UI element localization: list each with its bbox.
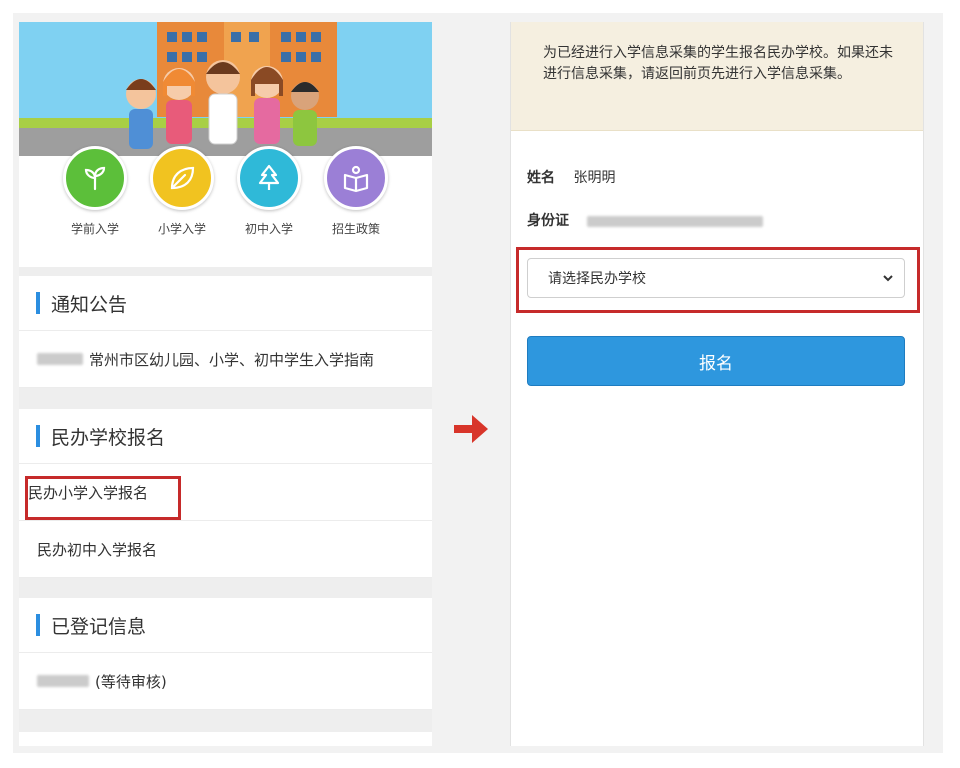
notice-text: 为已经进行入学信息采集的学生报名民办学校。如果还未进行信息采集，请返回前页先进行… (543, 45, 893, 82)
section-header: 通知公告 (19, 276, 432, 331)
left-mobile-panel: 学前入学 小学入学 初中入学 招生政策 通知公告 常州市区幼儿园、小学、初中学生… (19, 22, 432, 746)
section-title: 通知公告 (51, 293, 128, 316)
registered-section: 已登记信息 (等待审核) (19, 598, 432, 710)
name-value: 张明明 (573, 170, 616, 186)
highlight-box (516, 247, 920, 313)
tree-icon (258, 164, 280, 190)
hero-banner: 学前入学 小学入学 初中入学 招生政策 (19, 22, 432, 267)
section-title: 民办学校报名 (51, 426, 166, 449)
id-label: 身份证 (527, 213, 569, 229)
blurred-text (37, 353, 83, 365)
section-header: 已登记信息 (19, 598, 432, 653)
right-mobile-panel: 为已经进行入学信息采集的学生报名民办学校。如果还未进行信息采集，请返回前页先进行… (510, 22, 924, 746)
category-circle (324, 146, 388, 210)
category-label: 学前入学 (70, 222, 119, 236)
name-label: 姓名 (527, 170, 555, 186)
section-title: 已登记信息 (51, 615, 147, 638)
notice-item[interactable]: 常州市区幼儿园、小学、初中学生入学指南 (19, 331, 432, 388)
blurred-id-number (587, 215, 764, 227)
category-label: 初中入学 (244, 222, 293, 236)
category-circle (63, 146, 127, 210)
category-middle[interactable]: 初中入学 (226, 146, 312, 237)
category-label: 小学入学 (157, 222, 206, 236)
section-header: 民办学校报名 (19, 409, 432, 464)
name-field: 姓名 张明明 (527, 167, 615, 187)
category-preschool[interactable]: 学前入学 (52, 146, 138, 237)
sprout-icon (84, 166, 106, 191)
category-primary[interactable]: 小学入学 (139, 146, 225, 237)
section-accent-bar (36, 425, 40, 447)
notice-banner: 为已经进行入学信息采集的学生报名民办学校。如果还未进行信息采集，请返回前页先进行… (511, 22, 923, 131)
arrow-right-icon (454, 415, 488, 443)
book-icon (343, 165, 369, 193)
link-label: 民办初中入学报名 (37, 540, 158, 559)
notice-section: 通知公告 常州市区幼儿园、小学、初中学生入学指南 (19, 276, 432, 388)
private-middle-link[interactable]: 民办初中入学报名 (19, 521, 432, 578)
category-policy[interactable]: 招生政策 (313, 146, 399, 237)
id-field: 身份证 (527, 210, 769, 230)
register-button[interactable]: 报名 (527, 336, 905, 386)
section-accent-bar (36, 292, 40, 314)
registered-item-label: (等待审核) (95, 672, 167, 691)
notice-item-label: 常州市区幼儿园、小学、初中学生入学指南 (89, 350, 375, 369)
category-circle (237, 146, 301, 210)
blurred-text (37, 675, 89, 687)
section-accent-bar (36, 614, 40, 636)
category-label: 招生政策 (331, 222, 380, 236)
registered-item[interactable]: (等待审核) (19, 653, 432, 710)
category-circle (150, 146, 214, 210)
highlight-box (25, 476, 181, 520)
next-section-edge (19, 732, 432, 746)
leaf-icon (170, 166, 195, 190)
